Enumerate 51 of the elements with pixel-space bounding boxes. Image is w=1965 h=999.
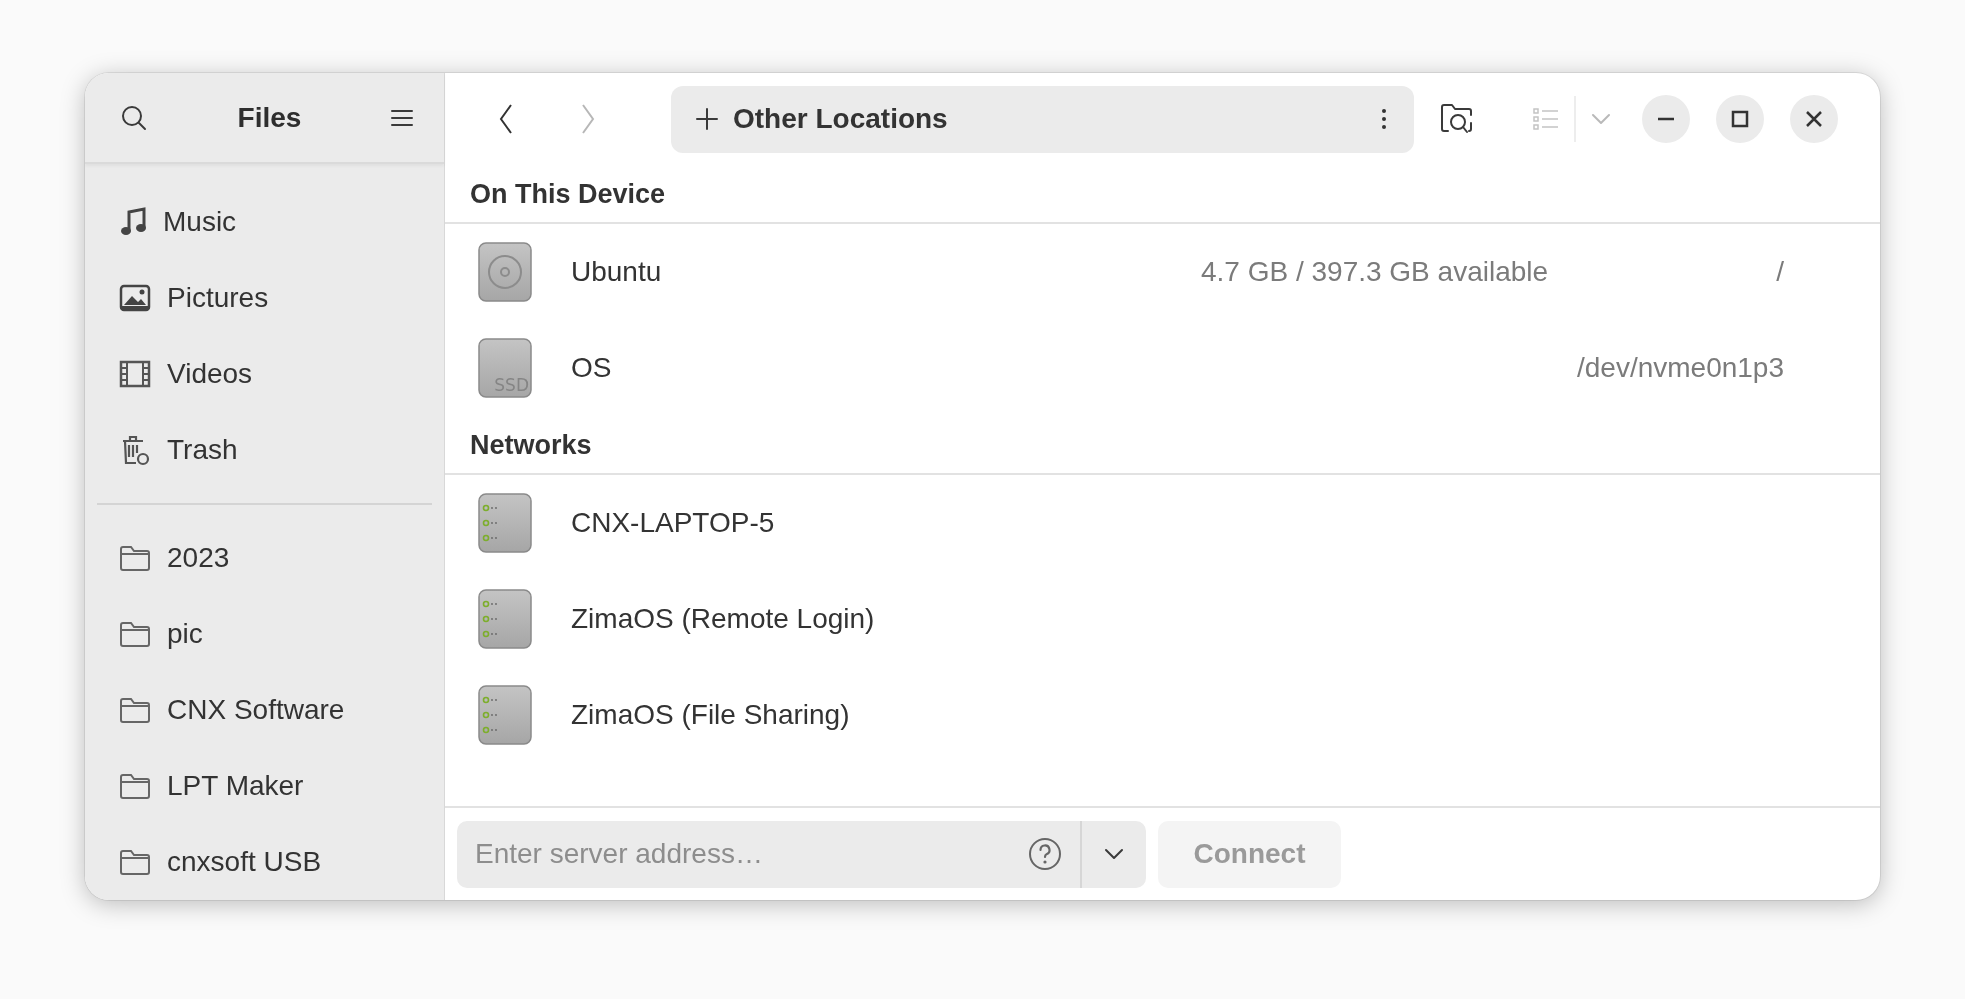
chevron-left-icon bbox=[498, 103, 514, 135]
app-title: Files bbox=[237, 101, 302, 134]
maximize-icon bbox=[1731, 110, 1749, 128]
sidebar-item[interactable]: LPT Maker bbox=[97, 748, 432, 824]
help-icon bbox=[1028, 837, 1062, 871]
music-note-icon bbox=[119, 207, 147, 237]
location-name[interactable]: CNX-LAPTOP-5 bbox=[571, 507, 1071, 539]
server-icon bbox=[477, 492, 533, 554]
sidebar-item[interactable]: cnxsoft USB bbox=[97, 824, 432, 900]
location-text: Other Locations bbox=[733, 103, 949, 135]
sidebar-item[interactable]: Videos bbox=[97, 336, 432, 412]
section-header: Networks bbox=[445, 416, 1880, 475]
film-strip-icon bbox=[119, 360, 151, 388]
drive-icon bbox=[477, 241, 533, 303]
sidebar-item[interactable]: Pictures bbox=[97, 260, 432, 336]
server-icon bbox=[477, 684, 533, 746]
caret-icon bbox=[1103, 847, 1125, 861]
close-icon bbox=[1805, 110, 1823, 128]
location-name[interactable]: ZimaOS (File Sharing) bbox=[571, 699, 1071, 731]
mount-path: /dev/nvme0n1p3 bbox=[1576, 352, 1784, 384]
location-name[interactable]: Ubuntu bbox=[571, 256, 1071, 288]
address-bar[interactable]: Enter server address… bbox=[457, 820, 1146, 888]
sidebar-item[interactable]: Trash bbox=[97, 412, 432, 488]
plus-icon bbox=[695, 107, 719, 131]
folder-icon bbox=[119, 772, 151, 800]
list-view-icon bbox=[1532, 106, 1560, 132]
folder-icon bbox=[119, 848, 151, 876]
server-icon bbox=[477, 588, 533, 650]
sidebar-item[interactable]: CNX Software bbox=[97, 672, 432, 748]
sidebar-item[interactable]: pic bbox=[97, 596, 432, 672]
sidebar-item[interactable]: 2023 bbox=[97, 520, 432, 596]
caret-icon bbox=[1590, 112, 1612, 126]
close-button[interactable] bbox=[1790, 95, 1838, 143]
menu-icon bbox=[390, 107, 414, 128]
folder-icon bbox=[119, 696, 151, 724]
folder-icon bbox=[119, 544, 151, 572]
minimize-icon bbox=[1657, 117, 1675, 121]
picture-icon bbox=[119, 284, 151, 312]
more-icon bbox=[1380, 108, 1388, 130]
server-address-field[interactable]: Enter server address… bbox=[457, 838, 1024, 870]
mount-path: / bbox=[1776, 256, 1784, 288]
disk-usage: 4.7 GB / 397.3 GB available bbox=[1201, 256, 1550, 288]
section-header: On This Device bbox=[445, 165, 1880, 224]
folder-icon bbox=[119, 620, 151, 648]
location-name[interactable]: ZimaOS (Remote Login) bbox=[571, 603, 1071, 635]
location-bar[interactable]: Other Locations bbox=[671, 85, 1414, 153]
sidebar-item[interactable]: Music bbox=[97, 184, 432, 260]
chevron-right-icon bbox=[580, 103, 596, 135]
folder-search-icon bbox=[1440, 103, 1474, 135]
location-name[interactable]: OS bbox=[571, 352, 1071, 384]
maximize-button[interactable] bbox=[1716, 95, 1764, 143]
